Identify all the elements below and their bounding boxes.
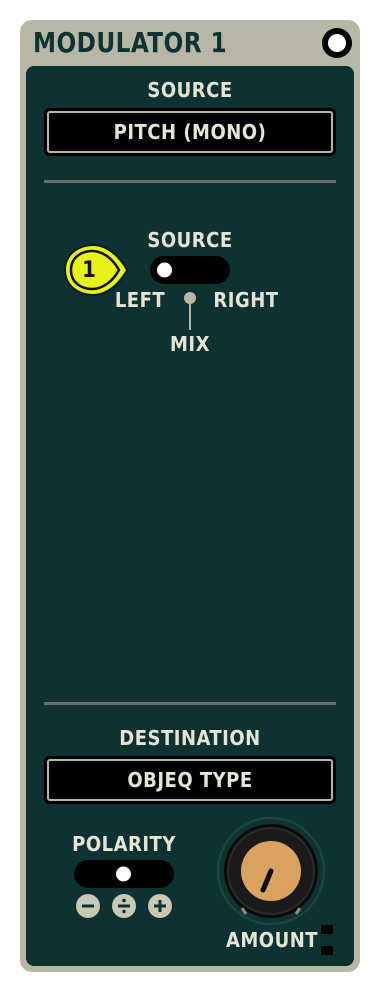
mix-connector-dot	[184, 292, 196, 304]
module-title: MODULATOR 1	[33, 26, 228, 59]
badge-number: 1	[82, 257, 96, 283]
minus-icon	[76, 894, 100, 918]
polarity-toggle-knob	[116, 866, 131, 882]
input-switch-heading: SOURCE	[147, 228, 233, 252]
input-source-toggle[interactable]	[150, 256, 230, 284]
power-indicator-icon	[328, 34, 346, 52]
destination-heading: DESTINATION	[119, 726, 261, 750]
polarity-heading: POLARITY	[72, 832, 176, 856]
plus-icon	[148, 894, 172, 918]
amount-knob[interactable]	[216, 816, 326, 926]
divide-icon	[112, 894, 136, 918]
bottom-divider	[44, 702, 336, 705]
power-button[interactable]	[322, 28, 352, 58]
source-heading: SOURCE	[147, 78, 233, 102]
polarity-toggle[interactable]	[74, 860, 174, 888]
amount-led-bottom	[321, 946, 333, 955]
amount-led-top	[321, 925, 333, 934]
right-label: RIGHT	[213, 288, 279, 312]
destination-dropdown-value: OBJEQ TYPE	[47, 759, 333, 801]
amount-label: AMOUNT	[225, 928, 319, 952]
source-dropdown-value: PITCH (MONO)	[47, 111, 333, 153]
toggle-knob	[157, 262, 172, 278]
source-dropdown[interactable]: PITCH (MONO)	[44, 108, 336, 156]
mix-label: MIX	[170, 332, 210, 356]
top-divider	[44, 180, 336, 183]
destination-dropdown[interactable]: OBJEQ TYPE	[44, 756, 336, 804]
